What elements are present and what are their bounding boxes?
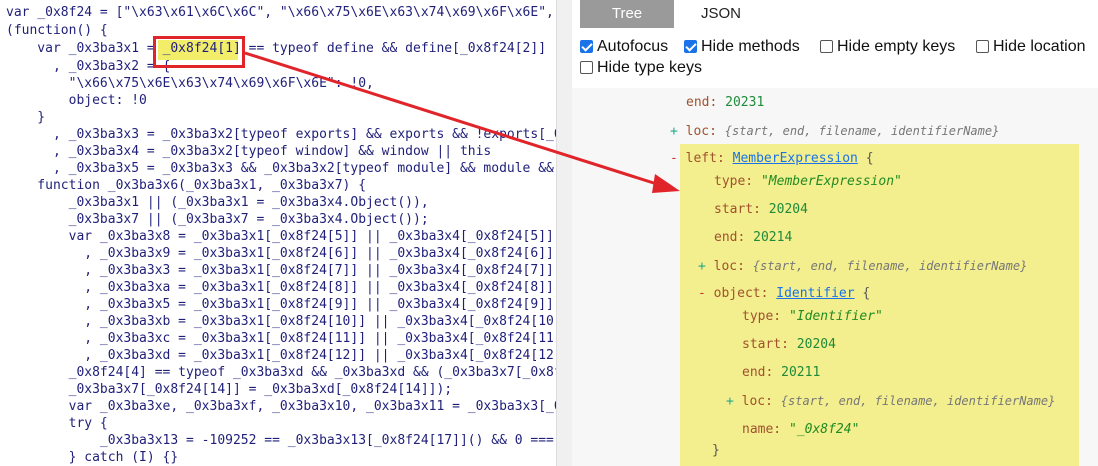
meta: {start, end, filename, identifierName} — [752, 259, 1028, 273]
meta: {start, end, filename, identifierName} — [724, 124, 1000, 138]
code-line: , _0x3ba3x3 = _0x3ba3x1[_0x8f24[7]] || _… — [6, 263, 554, 278]
value: "_0x8f24" — [788, 422, 860, 437]
value: 20204 — [768, 202, 808, 217]
tree-row-type: type: "MemberExpression" — [714, 171, 902, 193]
key: loc: — [741, 394, 773, 409]
tree-row-loc3[interactable]: + loc: {start, end, filename, identifier… — [726, 390, 1055, 412]
hide-location-checkbox[interactable]: Hide location — [976, 36, 1086, 58]
tree-row-loc2[interactable]: + loc: {start, end, filename, identifier… — [698, 255, 1027, 277]
key: name: — [742, 422, 782, 437]
ast-panel: Tree JSON Autofocus Hide methods Hide em… — [572, 0, 1098, 466]
key: end: — [686, 95, 718, 110]
option-label: Hide location — [993, 38, 1086, 55]
value: 20231 — [725, 95, 765, 110]
tree-row-name: name: "_0x8f24" — [742, 419, 859, 441]
tree-row-end3: end: 20211 — [742, 362, 820, 384]
annotation-box — [153, 36, 245, 68]
brace: { — [865, 151, 874, 166]
key: left: — [685, 151, 725, 166]
key: end: — [714, 230, 746, 245]
value: 20211 — [781, 365, 821, 380]
tree-row-type2: type: "Identifier" — [742, 306, 883, 328]
key: type: — [714, 174, 754, 189]
tree-row-loc[interactable]: + loc: {start, end, filename, identifier… — [670, 120, 999, 142]
code-line: , _0x3ba3x4 = _0x3ba3x2[typeof window] &… — [6, 144, 492, 159]
code-editor[interactable]: var _0x8f24 = ["\x63\x61\x6C\x6C", "\x66… — [0, 0, 556, 466]
panel-divider[interactable] — [556, 0, 573, 466]
option-label: Hide type keys — [597, 59, 702, 76]
tree-row-left[interactable]: - left: MemberExpression { — [670, 148, 874, 170]
key: end: — [742, 365, 774, 380]
meta: {start, end, filename, identifierName} — [780, 394, 1056, 408]
code-line: , _0x3ba3xb = _0x3ba3x1[_0x8f24[10]] || … — [6, 314, 556, 329]
code-line: try { — [6, 416, 108, 431]
tree-row-start: start: 20204 — [714, 199, 808, 221]
code-line: _0x3ba3x7 || (_0x3ba3x7 = _0x3ba3x4.Obje… — [6, 212, 429, 227]
code-line: , _0x3ba3xc = _0x3ba3x1[_0x8f24[11]] || … — [6, 331, 556, 346]
checkbox-icon[interactable] — [580, 40, 593, 53]
option-label: Hide empty keys — [837, 38, 956, 55]
hide-methods-checkbox[interactable]: Hide methods — [684, 36, 800, 58]
code-line: } — [6, 110, 46, 125]
node-type-link[interactable]: Identifier — [776, 286, 854, 301]
tab-tree[interactable]: Tree — [580, 0, 674, 28]
tree-row-object[interactable]: - object: Identifier { — [698, 283, 870, 305]
key: object: — [713, 286, 769, 301]
checkbox-icon[interactable] — [580, 61, 593, 74]
key: loc: — [713, 259, 745, 274]
expand-icon[interactable]: + — [726, 394, 734, 409]
code-line: "\x66\x75\x6E\x63\x74\x69\x6F\x6E": !0, — [6, 76, 374, 91]
code-line: , _0x3ba3x5 = _0x3ba3x1[_0x8f24[9]] || _… — [6, 297, 554, 312]
code-line: , _0x3ba3xd = _0x3ba3x1[_0x8f24[12]] || … — [6, 348, 556, 363]
code-line: var _0x3ba3x8 = _0x3ba3x1[_0x8f24[5]] ||… — [6, 229, 554, 244]
code-line: _0x3ba3x13 = -109252 == _0x3ba3x13[_0x8f… — [6, 433, 556, 448]
expand-icon[interactable]: + — [698, 259, 706, 274]
hide-empty-keys-checkbox[interactable]: Hide empty keys — [820, 36, 955, 58]
key: start: — [742, 337, 789, 352]
checkbox-icon[interactable] — [684, 40, 697, 53]
value: "Identifier" — [788, 309, 883, 324]
code-line: _0x8f24[4] == typeof _0x3ba3xd && _0x3ba… — [6, 365, 556, 380]
hide-type-keys-checkbox[interactable]: Hide type keys — [580, 57, 702, 79]
collapse-icon[interactable]: - — [698, 286, 706, 301]
close-brace: } — [712, 443, 720, 458]
tree-row-end: end: 20231 — [686, 92, 764, 114]
value: "MemberExpression" — [760, 174, 902, 189]
code-line: , _0x3ba3x2 = { — [6, 59, 171, 74]
autofocus-checkbox[interactable]: Autofocus — [580, 36, 668, 58]
tab-json[interactable]: JSON — [674, 0, 768, 28]
key: loc: — [685, 124, 717, 139]
tree-row-end2: end: 20214 — [714, 227, 792, 249]
checkbox-icon[interactable] — [976, 40, 989, 53]
code-line: object: !0 — [6, 93, 147, 108]
option-label: Hide methods — [701, 38, 800, 55]
value: 20204 — [796, 337, 836, 352]
code-line: function _0x3ba3x6(_0x3ba3x1, _0x3ba3x7)… — [6, 178, 367, 193]
expand-icon[interactable]: + — [670, 124, 678, 139]
code-line: _0x3ba3x1 || (_0x3ba3x1 = _0x3ba3x4.Obje… — [6, 195, 429, 210]
value: 20214 — [753, 230, 793, 245]
ast-tree: end: 20231 + loc: {start, end, filename,… — [572, 88, 1098, 466]
code-line: } catch (I) {} — [6, 450, 179, 465]
code-line: , _0x3ba3x9 = _0x3ba3x1[_0x8f24[6]] || _… — [6, 246, 554, 261]
checkbox-icon[interactable] — [820, 40, 833, 53]
option-label: Autofocus — [597, 38, 669, 55]
code-line: var _0x8f24 = ["\x63\x61\x6C\x6C", "\x66… — [6, 5, 554, 20]
code-line: (function() { — [6, 23, 108, 38]
key: start: — [714, 202, 761, 217]
key: type: — [742, 309, 782, 324]
collapse-icon[interactable]: - — [670, 151, 678, 166]
code-line: var _0x3ba3xe, _0x3ba3xf, _0x3ba3x10, _0… — [6, 399, 556, 414]
brace: { — [862, 286, 871, 301]
tab-bar: Tree JSON — [572, 0, 1098, 28]
tree-row-start2: start: 20204 — [742, 334, 836, 356]
code-line: , _0x3ba3xa = _0x3ba3x1[_0x8f24[8]] || _… — [6, 280, 554, 295]
code-line: var _0x3ba3x1 = _0x8f24[1] == typeof def… — [6, 41, 547, 56]
node-type-link[interactable]: MemberExpression — [733, 151, 858, 166]
code-line: , _0x3ba3x5 = _0x3ba3x3 && _0x3ba3x2[typ… — [6, 161, 554, 176]
code-line: , _0x3ba3x3 = _0x3ba3x2[typeof exports] … — [6, 127, 556, 142]
code-line: _0x3ba3x7[_0x8f24[14]] = _0x3ba3xd[_0x8f… — [6, 382, 453, 397]
